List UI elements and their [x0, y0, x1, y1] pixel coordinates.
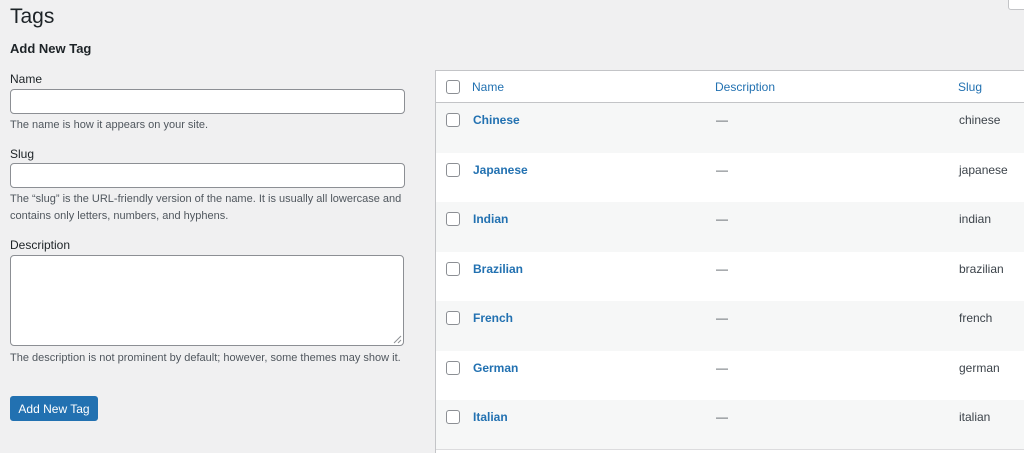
tag-description: — [716, 261, 728, 276]
table-row: French — french [436, 301, 1024, 351]
row-checkbox[interactable] [446, 360, 460, 375]
tag-slug-input[interactable] [10, 163, 405, 188]
tag-description: — [716, 360, 728, 375]
tag-name-link[interactable]: Italian [473, 410, 508, 424]
row-checkbox[interactable] [446, 212, 460, 226]
row-checkbox[interactable] [446, 261, 460, 276]
tags-table: Name Description Slug Chinese — chinese … [435, 70, 1024, 453]
slug-help-text: The “slug” is the URL-friendly version o… [10, 193, 402, 222]
slug-label: Slug [10, 147, 35, 161]
tag-slug: german [959, 360, 1000, 375]
table-row: Indian — indian [436, 202, 1024, 252]
tag-name-link[interactable]: Japanese [473, 163, 528, 177]
column-header-description[interactable]: Description [715, 80, 775, 94]
tag-description-textarea[interactable] [10, 255, 404, 346]
resize-grip-icon[interactable] [392, 334, 402, 344]
tag-name-link[interactable]: German [473, 361, 518, 375]
description-label: Description [10, 238, 71, 252]
table-row: Japanese — japanese [436, 153, 1024, 203]
tag-slug: indian [959, 212, 992, 226]
screen-options-tab[interactable] [1008, 0, 1024, 10]
name-help-text: The name is how it appears on your site. [10, 119, 209, 131]
name-label: Name [10, 72, 43, 86]
tag-name-link[interactable]: Chinese [473, 113, 520, 127]
tag-name-link[interactable]: Brazilian [473, 262, 523, 276]
tag-slug: chinese [959, 113, 1001, 127]
tag-slug: french [959, 311, 993, 325]
tag-slug: brazilian [959, 261, 1004, 276]
tag-description: — [716, 162, 728, 177]
tag-description: — [716, 212, 728, 226]
row-checkbox[interactable] [446, 113, 460, 127]
table-row: Chinese — chinese [436, 103, 1024, 153]
table-row: German — german [436, 351, 1024, 401]
table-row: Italian — italian [436, 400, 1024, 450]
page-title: Tags [10, 5, 55, 28]
tag-name-link[interactable]: French [473, 311, 513, 325]
add-tag-form: Add New Tag Name The name is how it appe… [10, 41, 406, 421]
description-help-text: The description is not prominent by defa… [10, 352, 401, 364]
column-header-name[interactable]: Name [472, 80, 504, 94]
tag-description: — [716, 410, 728, 424]
tag-description: — [716, 113, 728, 127]
tag-name-link[interactable]: Indian [473, 212, 508, 226]
tag-slug: japanese [959, 162, 1008, 177]
table-header: Name Description Slug [436, 71, 1024, 103]
select-all-checkbox[interactable] [446, 80, 460, 94]
form-heading: Add New Tag [10, 41, 92, 56]
table-row: Brazilian — brazilian [436, 252, 1024, 302]
row-checkbox[interactable] [446, 410, 460, 424]
row-checkbox[interactable] [446, 162, 460, 177]
add-new-tag-button[interactable]: Add New Tag [10, 396, 98, 421]
row-checkbox[interactable] [446, 311, 460, 325]
column-header-slug[interactable]: Slug [958, 80, 982, 94]
tag-slug: italian [959, 410, 991, 424]
tag-description: — [716, 311, 728, 325]
tag-name-input[interactable] [10, 89, 405, 114]
